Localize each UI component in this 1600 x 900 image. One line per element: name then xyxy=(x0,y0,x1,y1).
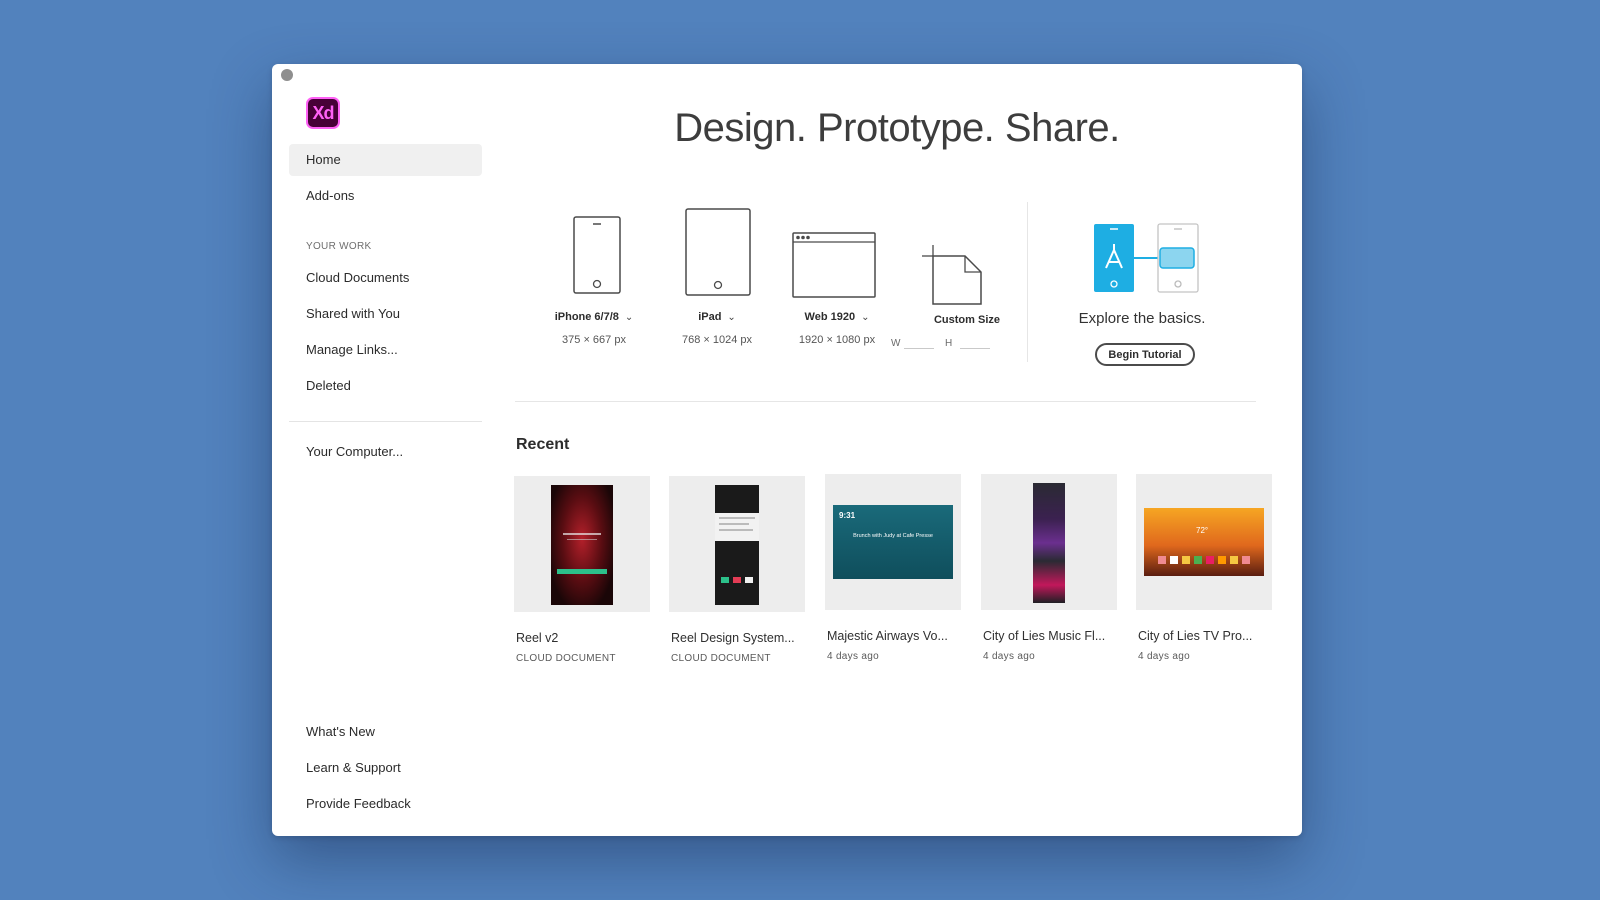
preset-iphone[interactable]: iPhone 6/7/8 ⌄ 375 × 667 px xyxy=(534,214,654,369)
sidebar-item-manage-links[interactable]: Manage Links... xyxy=(289,334,482,366)
preset-iphone-size: 375 × 667 px xyxy=(562,334,626,346)
preset-web-size: 1920 × 1080 px xyxy=(798,334,876,346)
recent-thumbnail xyxy=(669,476,805,612)
recent-item-reel-v2[interactable]: Reel v2 CLOUD DOCUMENT xyxy=(514,476,650,666)
chevron-down-icon[interactable]: ⌄ xyxy=(625,312,633,323)
recent-thumbnail: 72° xyxy=(1136,474,1272,610)
thumbnail-caption: Brunch with Judy at Cafe Presse xyxy=(853,533,933,539)
preset-custom-size[interactable]: Custom Size W H xyxy=(891,214,1037,374)
chevron-down-icon[interactable]: ⌄ xyxy=(861,312,869,323)
custom-size-name: Custom Size xyxy=(933,314,1000,326)
recent-item-city-of-lies-tv[interactable]: 72° City of Lies TV Pro... 4 days ago xyxy=(1136,474,1272,664)
phone-icon xyxy=(573,216,621,294)
sidebar-item-your-computer[interactable]: Your Computer... xyxy=(289,436,482,468)
sidebar-item-cloud-documents[interactable]: Cloud Documents xyxy=(289,262,482,294)
recent-item-title: Reel Design System... xyxy=(671,631,795,645)
chevron-down-icon[interactable]: ⌄ xyxy=(727,312,735,323)
sidebar-item-provide-feedback[interactable]: Provide Feedback xyxy=(289,788,482,820)
custom-document-icon xyxy=(922,245,982,305)
recent-item-reel-design-system[interactable]: Reel Design System... CLOUD DOCUMENT xyxy=(669,476,805,666)
preset-ipad-size: 768 × 1024 px xyxy=(681,334,753,346)
browser-icon xyxy=(792,232,876,298)
preset-web-name: Web 1920 ⌄ xyxy=(804,311,870,323)
recent-thumbnail: 9:31 Brunch with Judy at Cafe Presse xyxy=(825,474,961,610)
recent-item-date: 4 days ago xyxy=(983,651,1035,662)
xd-logo: Xd xyxy=(306,97,340,129)
thumbnail-time: 9:31 xyxy=(839,511,856,520)
recent-thumbnail xyxy=(981,474,1117,610)
section-divider xyxy=(515,401,1256,402)
sidebar-item-shared-with-you[interactable]: Shared with You xyxy=(289,298,482,330)
recent-thumbnail xyxy=(514,476,650,612)
width-label: W xyxy=(891,338,901,349)
recent-item-type: CLOUD DOCUMENT xyxy=(516,653,616,664)
recent-item-majestic-airways[interactable]: 9:31 Brunch with Judy at Cafe Presse Maj… xyxy=(825,474,961,664)
recent-item-title: Reel v2 xyxy=(516,631,559,645)
tutorial-illustration-icon xyxy=(1094,223,1199,293)
sidebar: Xd Home Add-ons YOUR WORK Cloud Document… xyxy=(272,64,492,836)
recent-title: Recent xyxy=(516,436,570,453)
logo-text: Xd xyxy=(312,102,334,123)
recent-item-title: City of Lies TV Pro... xyxy=(1138,629,1253,643)
section-title-your-work: YOUR WORK xyxy=(306,241,372,252)
sidebar-item-add-ons[interactable]: Add-ons xyxy=(289,180,482,212)
recent-item-date: 4 days ago xyxy=(1138,651,1190,662)
begin-tutorial-button[interactable]: Begin Tutorial xyxy=(1095,343,1195,366)
recent-item-title: City of Lies Music Fl... xyxy=(983,629,1106,643)
preset-web[interactable]: Web 1920 ⌄ 1920 × 1080 px xyxy=(772,214,902,369)
height-input[interactable] xyxy=(960,348,990,349)
hero-title: Design. Prototype. Share. xyxy=(674,106,1120,150)
thumbnail-temperature: 72° xyxy=(1196,526,1209,535)
height-label: H xyxy=(945,338,953,349)
recent-item-date: 4 days ago xyxy=(827,651,879,662)
preset-ipad[interactable]: iPad ⌄ 768 × 1024 px xyxy=(657,208,777,369)
preset-ipad-name: iPad ⌄ xyxy=(698,311,736,323)
sidebar-divider xyxy=(289,421,482,422)
recent-item-type: CLOUD DOCUMENT xyxy=(671,653,771,664)
sidebar-item-home[interactable]: Home xyxy=(289,144,482,176)
sidebar-item-whats-new[interactable]: What's New xyxy=(289,716,482,748)
recent-item-title: Majestic Airways Vo... xyxy=(827,629,948,643)
sidebar-item-learn-support[interactable]: Learn & Support xyxy=(289,752,482,784)
tablet-icon xyxy=(685,208,751,296)
sidebar-item-deleted[interactable]: Deleted xyxy=(289,370,482,402)
tutorial-text: Explore the basics. xyxy=(1078,310,1206,327)
start-window: Xd Home Add-ons YOUR WORK Cloud Document… xyxy=(272,64,1302,836)
recent-item-city-of-lies-music[interactable]: City of Lies Music Fl... 4 days ago xyxy=(981,474,1117,664)
presets-divider xyxy=(1027,202,1028,362)
preset-iphone-name: iPhone 6/7/8 ⌄ xyxy=(554,311,634,323)
width-input[interactable] xyxy=(904,348,934,349)
